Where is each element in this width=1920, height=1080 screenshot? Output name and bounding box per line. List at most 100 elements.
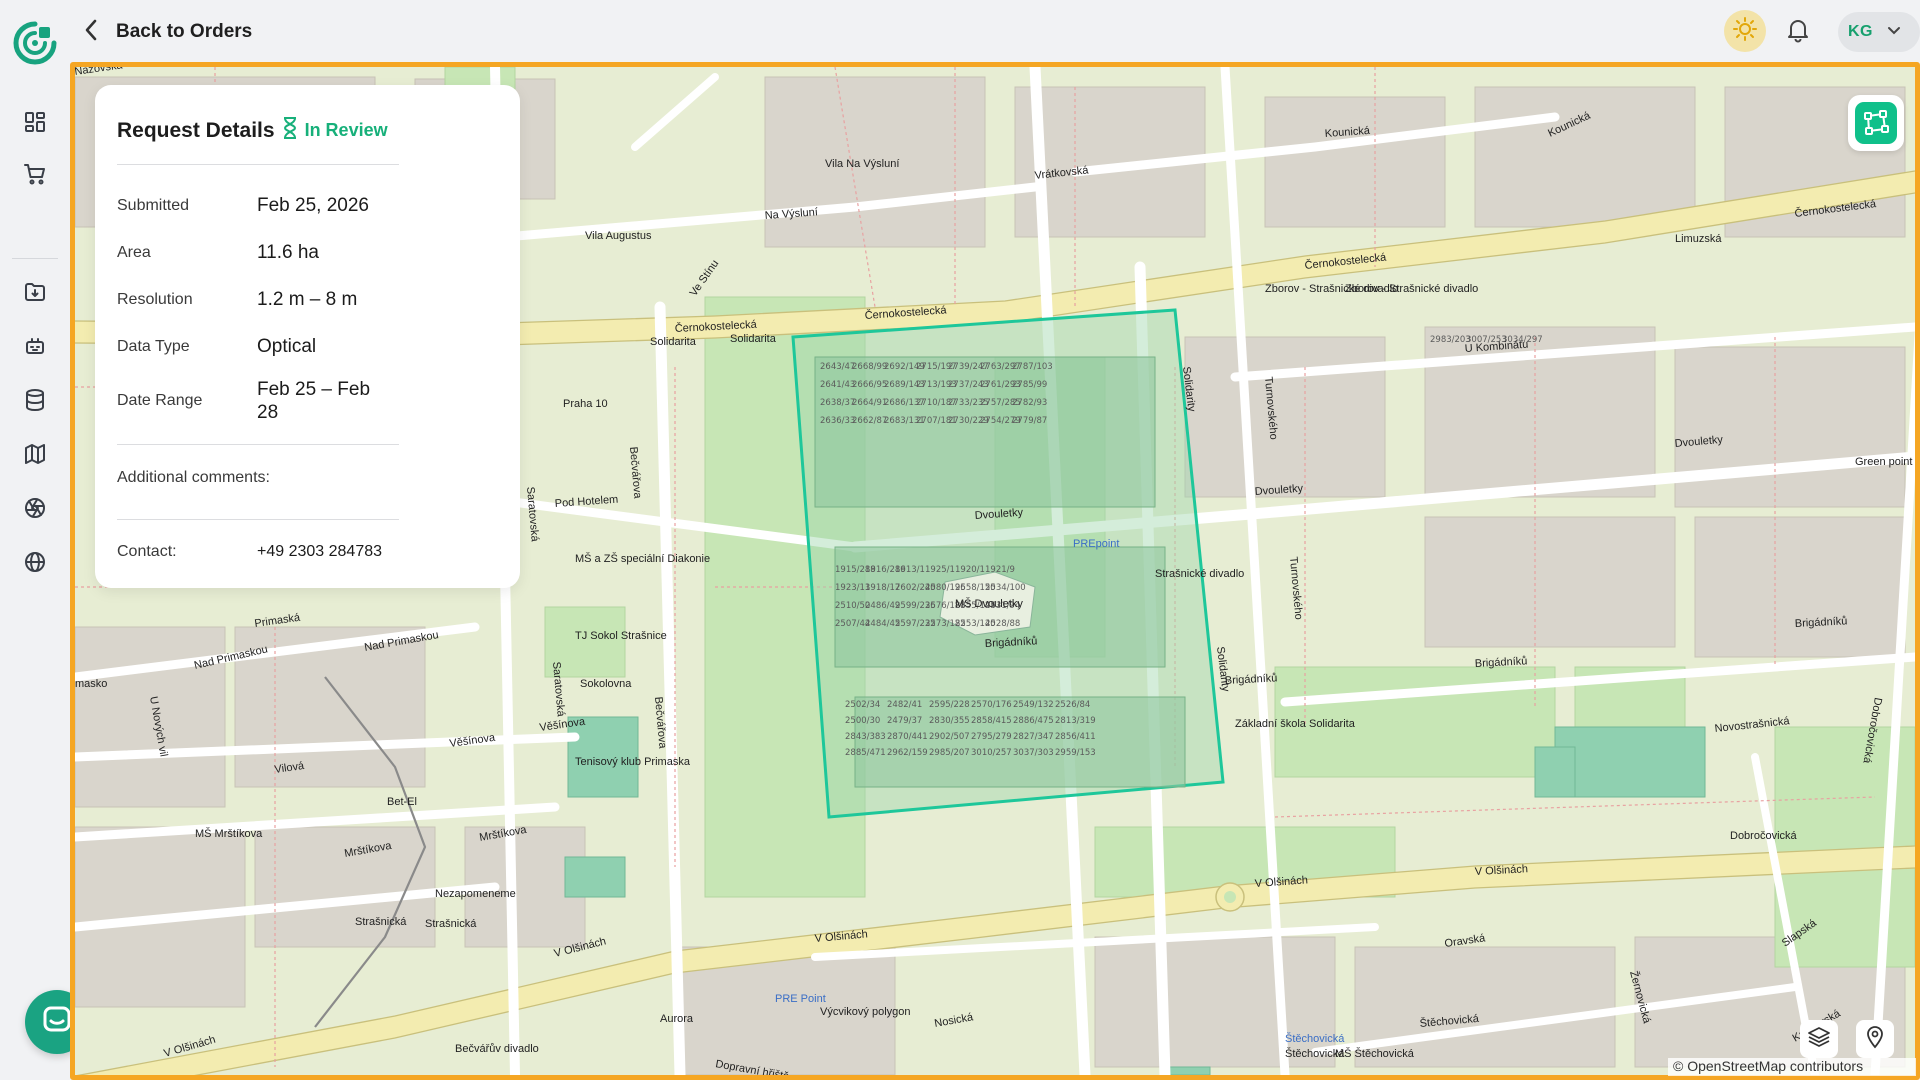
parcel-number: 2528/88	[985, 619, 1020, 629]
map-attribution[interactable]: © OpenStreetMap contributors	[1668, 1058, 1916, 1076]
contact-label: Contact:	[117, 543, 177, 560]
street-label: Aurora	[660, 1013, 694, 1025]
street-label: Výcvikový polygon	[820, 1006, 911, 1018]
request-details-card: Request Details In Review Submitted Feb …	[95, 85, 520, 588]
parcel-number: 2636/33	[820, 416, 855, 426]
datatype-value: Optical	[257, 336, 317, 357]
parcel-number: 2858/415	[971, 716, 1012, 726]
parcel-number: 2482/41	[887, 700, 922, 710]
parcel-number: 2962/159	[887, 748, 928, 758]
chat-support-icon	[40, 1003, 74, 1042]
parcel-number: 1921/9	[985, 565, 1015, 575]
parcel-number: 2827/347	[1013, 732, 1054, 742]
street-label: Strašnické divadlo	[1155, 568, 1244, 580]
parcel-number: 2526/84	[1055, 700, 1090, 710]
parcel-number: 2549/132	[1013, 700, 1054, 710]
draw-polygon-button[interactable]	[1848, 95, 1904, 151]
hourglass-icon	[283, 117, 297, 144]
parcel-number: 1925/1	[925, 565, 955, 575]
sidebar-item-maps[interactable]	[17, 438, 53, 474]
street-label: Vila Na Výsluní	[825, 158, 899, 170]
daterange-row: Date Range Feb 25 – Feb 28	[117, 378, 370, 424]
dashboard-grid-icon	[23, 110, 47, 139]
parcel-number: 3037/303	[1013, 748, 1054, 758]
chevron-down-icon	[1887, 23, 1901, 41]
sun-icon	[1732, 16, 1758, 47]
street-label: Tenisový klub Primaska	[575, 756, 691, 768]
street-label: MŠ Štěchovická	[1335, 1047, 1415, 1060]
theme-toggle-button[interactable]	[1724, 10, 1766, 52]
resolution-value: 1.2 m – 8 m	[257, 289, 358, 310]
parcel-number: 2570/176	[971, 700, 1012, 710]
parcel-number: 1920/1	[955, 565, 985, 575]
datatype-row: Data Type Optical	[117, 336, 316, 358]
submitted-label: Submitted	[117, 197, 190, 214]
sidebar-item-cart[interactable]	[17, 158, 53, 194]
street-label: PRE Point	[775, 993, 826, 1005]
database-icon	[23, 388, 47, 417]
parcel-number: 2664/91	[852, 398, 887, 408]
street-label: Bet-El	[387, 796, 417, 808]
parcel-number: 1913/1	[895, 565, 925, 575]
globe-icon	[23, 550, 47, 579]
parcel-number: 2641/43	[820, 380, 855, 390]
satellite-icon	[23, 334, 47, 363]
street-label: Štěchovická	[1285, 1032, 1345, 1045]
street-label: Zborov - Strašnické divadlo	[1345, 283, 1478, 295]
daterange-value-line-1: Feb 25 – Feb	[257, 379, 371, 400]
parcel-number: 2666/95	[852, 380, 887, 390]
parcel-number: 2500/30	[845, 716, 880, 726]
street-label: Nezapomeneme	[435, 888, 516, 900]
daterange-value: Feb 25 – Feb 28	[257, 378, 370, 424]
layers-icon	[1807, 1025, 1831, 1054]
submitted-row: Submitted Feb 25, 2026	[117, 195, 369, 217]
contact-value: +49 2303 284783	[257, 543, 383, 560]
sidebar-item-imagery[interactable]	[17, 492, 53, 528]
parcel-number: 2662/87	[852, 416, 887, 426]
back-to-orders-label: Back to Orders	[116, 21, 253, 42]
parcel-number: 2985/207	[929, 748, 970, 758]
street-label: masko	[75, 678, 107, 690]
user-menu[interactable]: KG	[1838, 12, 1920, 52]
parcel-number: 2779/87	[1012, 416, 1047, 426]
street-label: MŠ Dvouletky	[955, 597, 1023, 610]
map-pin-icon	[1864, 1025, 1886, 1054]
parcel-number: 2813/319	[1055, 716, 1096, 726]
request-details-title: Request Details	[117, 118, 275, 142]
app-logo-icon[interactable]	[12, 20, 58, 66]
street-label: PREpoint	[1073, 538, 1119, 550]
status-badge: In Review	[283, 117, 388, 144]
back-to-orders-button[interactable]: Back to Orders	[84, 14, 252, 50]
parcel-number: 2959/153	[1055, 748, 1096, 758]
sidebar-item-tasking[interactable]	[17, 330, 53, 366]
parcel-number: 2595/228	[929, 700, 970, 710]
chevron-left-icon	[84, 19, 98, 46]
aperture-icon	[23, 496, 47, 525]
parcel-number: 3010/257	[971, 748, 1012, 758]
parcel-number: 2643/47	[820, 362, 855, 372]
street-label: MŠ Mrštíkova	[195, 827, 263, 840]
sidebar-item-downloads[interactable]	[17, 276, 53, 312]
roundabout-center	[1224, 891, 1236, 903]
locate-button[interactable]	[1856, 1020, 1894, 1058]
sidebar-item-dashboard[interactable]	[17, 106, 53, 142]
bell-icon	[1786, 17, 1810, 48]
sidebar-item-data[interactable]	[17, 384, 53, 420]
parcel-number: 2787/103	[1012, 362, 1053, 372]
map-icon	[23, 442, 47, 471]
sidebar	[0, 62, 70, 1080]
daterange-value-line-2: 28	[257, 402, 279, 423]
street-label: Bečvářův divadlo	[455, 1043, 539, 1055]
parcel-number: 2902/507	[929, 732, 970, 742]
street-label: Strašnická	[355, 916, 407, 928]
parcel-number: 2534/100	[985, 583, 1026, 593]
parcel-number: 2638/37	[820, 398, 855, 408]
parcel-number: 2843/383	[845, 732, 886, 742]
map-layers-button[interactable]	[1800, 1020, 1838, 1058]
top-bar: Back to Orders KG	[0, 0, 1920, 65]
notifications-button[interactable]	[1778, 12, 1818, 52]
parcel-number: 2479/37	[887, 716, 922, 726]
sidebar-item-explore[interactable]	[17, 546, 53, 582]
street-label: Solidarita	[730, 333, 777, 345]
status-label: In Review	[304, 120, 388, 140]
